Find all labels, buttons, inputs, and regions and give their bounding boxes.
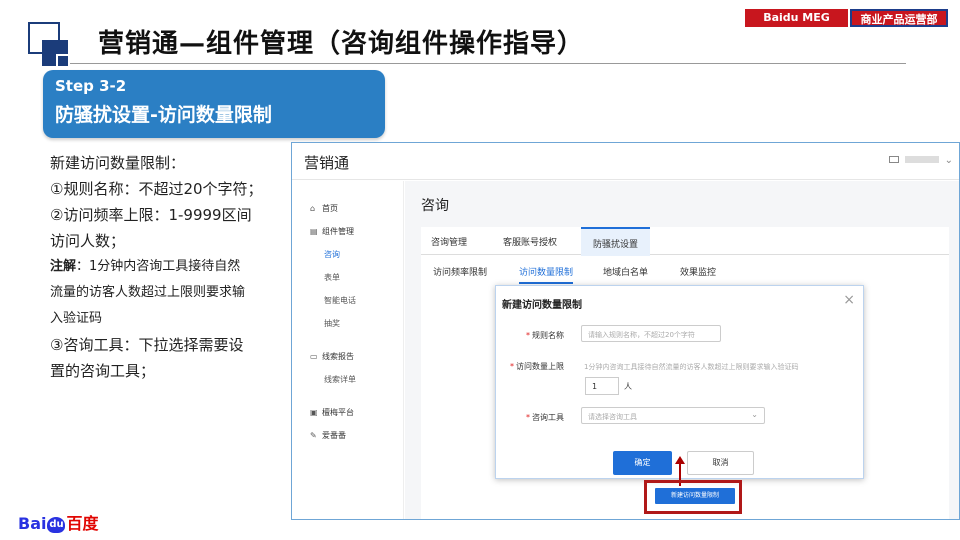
logo-text-cn: 百度: [66, 514, 99, 533]
limit-input[interactable]: 1: [585, 377, 619, 395]
instruction-line: 置的咨询工具；: [50, 362, 156, 380]
sidebar-item-form[interactable]: 表单: [324, 272, 340, 283]
instruction-line: ③咨询工具：下拉选择需要设: [50, 336, 244, 354]
required-mark: *: [526, 413, 530, 422]
mail-icon[interactable]: [888, 156, 899, 163]
paw-icon: du: [47, 516, 66, 533]
subtab-effect-monitor[interactable]: 效果监控: [680, 265, 716, 282]
cancel-button[interactable]: 取消: [687, 451, 754, 475]
annotation-arrow-head: [675, 456, 685, 464]
step-number: Step 3-2: [55, 77, 127, 95]
label-text: 访问数量上限: [516, 362, 564, 371]
label-text: 咨询工具: [532, 413, 564, 422]
new-count-limit-dialog: 新建访问数量限制 ×: [495, 285, 864, 479]
department-tag: 商业产品运营部: [850, 9, 948, 27]
aifanfan-icon: ✎: [310, 431, 317, 440]
note-line: 入验证码: [50, 311, 103, 326]
tab-consult-mgmt[interactable]: 咨询管理: [431, 235, 467, 248]
slide-title: 营销通—组件管理（咨询组件操作指导）: [98, 29, 585, 59]
dialog-title: 新建访问数量限制: [502, 300, 582, 311]
tool-label: * 咨询工具: [500, 412, 564, 423]
sidebar-item-label: 咨询: [324, 250, 340, 259]
note-line: 流量的访客人数超过上限则要求输: [50, 285, 246, 300]
sidebar-item-lottery[interactable]: 抽奖: [324, 318, 340, 329]
confirm-button[interactable]: 确定: [613, 451, 672, 475]
component-icon: ▤: [310, 227, 318, 236]
sidebar-item-label: 抽奖: [324, 319, 340, 328]
rule-name-input[interactable]: 请输入规则名称，不超过20个字符: [581, 325, 721, 342]
limit-label: * 访问数量上限: [500, 361, 564, 372]
chevron-down-icon: ⌄: [751, 410, 758, 419]
app-name: 营销通: [304, 154, 350, 172]
sidebar-item-label: 组件管理: [322, 227, 354, 236]
report-icon: ▭: [310, 352, 318, 361]
step-header: Step 3-2 防骚扰设置-访问数量限制: [43, 70, 385, 138]
instruction-line: 访问人数；: [50, 232, 126, 250]
title-divider: [70, 63, 906, 64]
sidebar-item-platform[interactable]: ▣ 檀梅平台: [310, 407, 354, 418]
brand-tag: Baidu MEG: [745, 9, 848, 27]
chevron-down-icon[interactable]: ⌄: [945, 155, 953, 166]
sidebar-item-home[interactable]: ⌂ 首页: [310, 203, 338, 214]
instruction-line: 新建访问数量限制：: [50, 154, 186, 172]
sidebar-item-smart-phone[interactable]: 智能电话: [324, 295, 356, 306]
sidebar-item-label: 爱番番: [322, 431, 346, 440]
sidebar-item-aifanfan[interactable]: ✎ 爱番番: [310, 430, 346, 441]
step-title: 防骚扰设置-访问数量限制: [55, 104, 272, 126]
sidebar-item-clue-report[interactable]: ▭ 线索报告: [310, 351, 354, 362]
limit-hint: 1分钟内咨询工具接待自然流量的访客人数超过上限则要求输入验证码: [584, 363, 799, 371]
app-header: 营销通 ⌄: [292, 143, 959, 180]
sidebar: ⌂ 首页 ▤ 组件管理 咨询 表单 智能电话 抽奖 ▭ 线索报告 线索详单 ▣ 檀梅平台…: [292, 181, 404, 519]
required-mark: *: [526, 331, 530, 340]
home-icon: ⌂: [310, 204, 316, 213]
tool-select[interactable]: 请选择咨询工具 ⌄: [581, 407, 765, 424]
limit-unit: 人: [624, 382, 632, 391]
sidebar-item-clue-detail[interactable]: 线索详单: [324, 374, 356, 385]
platform-icon: ▣: [310, 408, 318, 417]
label-text: 规则名称: [532, 331, 564, 340]
rule-name-label: * 规则名称: [500, 330, 564, 341]
logo-text: Bai: [18, 514, 47, 533]
page-title: 咨询: [421, 198, 449, 214]
note-text: ：1分钟内咨询工具接待自然: [76, 259, 241, 274]
select-placeholder: 请选择咨询工具: [588, 413, 637, 421]
subtab-count-limit[interactable]: 访问数量限制: [519, 265, 574, 284]
required-mark: *: [510, 362, 514, 371]
instruction-line: ②访问频率上限：1-9999区间: [50, 206, 252, 224]
close-icon[interactable]: ×: [843, 292, 855, 308]
sidebar-item-label: 智能电话: [324, 296, 356, 305]
subtab-frequency-limit[interactable]: 访问频率限制: [433, 265, 487, 282]
sidebar-item-consult[interactable]: 咨询: [324, 249, 340, 260]
tab-bar: 咨询管理 客服账号授权 防骚扰设置: [421, 227, 949, 256]
subtab-region-whitelist[interactable]: 地域白名单: [603, 265, 648, 282]
instructions: 新建访问数量限制： ①规则名称：不超过20个字符； ②访问频率上限：1-9999…: [50, 150, 285, 384]
baidu-logo: Bai du 百度: [18, 510, 99, 534]
username-blurred: [904, 156, 939, 163]
sidebar-item-label: 檀梅平台: [322, 408, 354, 417]
user-area[interactable]: ⌄: [888, 155, 953, 166]
sidebar-item-component-mgmt[interactable]: ▤ 组件管理: [310, 226, 354, 237]
sidebar-item-label: 线索报告: [322, 352, 354, 361]
tab-anti-harass[interactable]: 防骚扰设置: [581, 227, 651, 256]
tab-account-auth[interactable]: 客服账号授权: [503, 235, 557, 248]
note-line: 注解：1分钟内咨询工具接待自然: [50, 254, 285, 280]
note-label: 注解: [50, 259, 77, 274]
sidebar-item-label: 线索详单: [324, 375, 356, 384]
new-count-limit-button[interactable]: 新建访问数量限制: [655, 488, 735, 504]
sidebar-item-label: 首页: [322, 204, 338, 213]
instruction-line: ①规则名称：不超过20个字符；: [50, 180, 263, 198]
sidebar-item-label: 表单: [324, 273, 340, 282]
